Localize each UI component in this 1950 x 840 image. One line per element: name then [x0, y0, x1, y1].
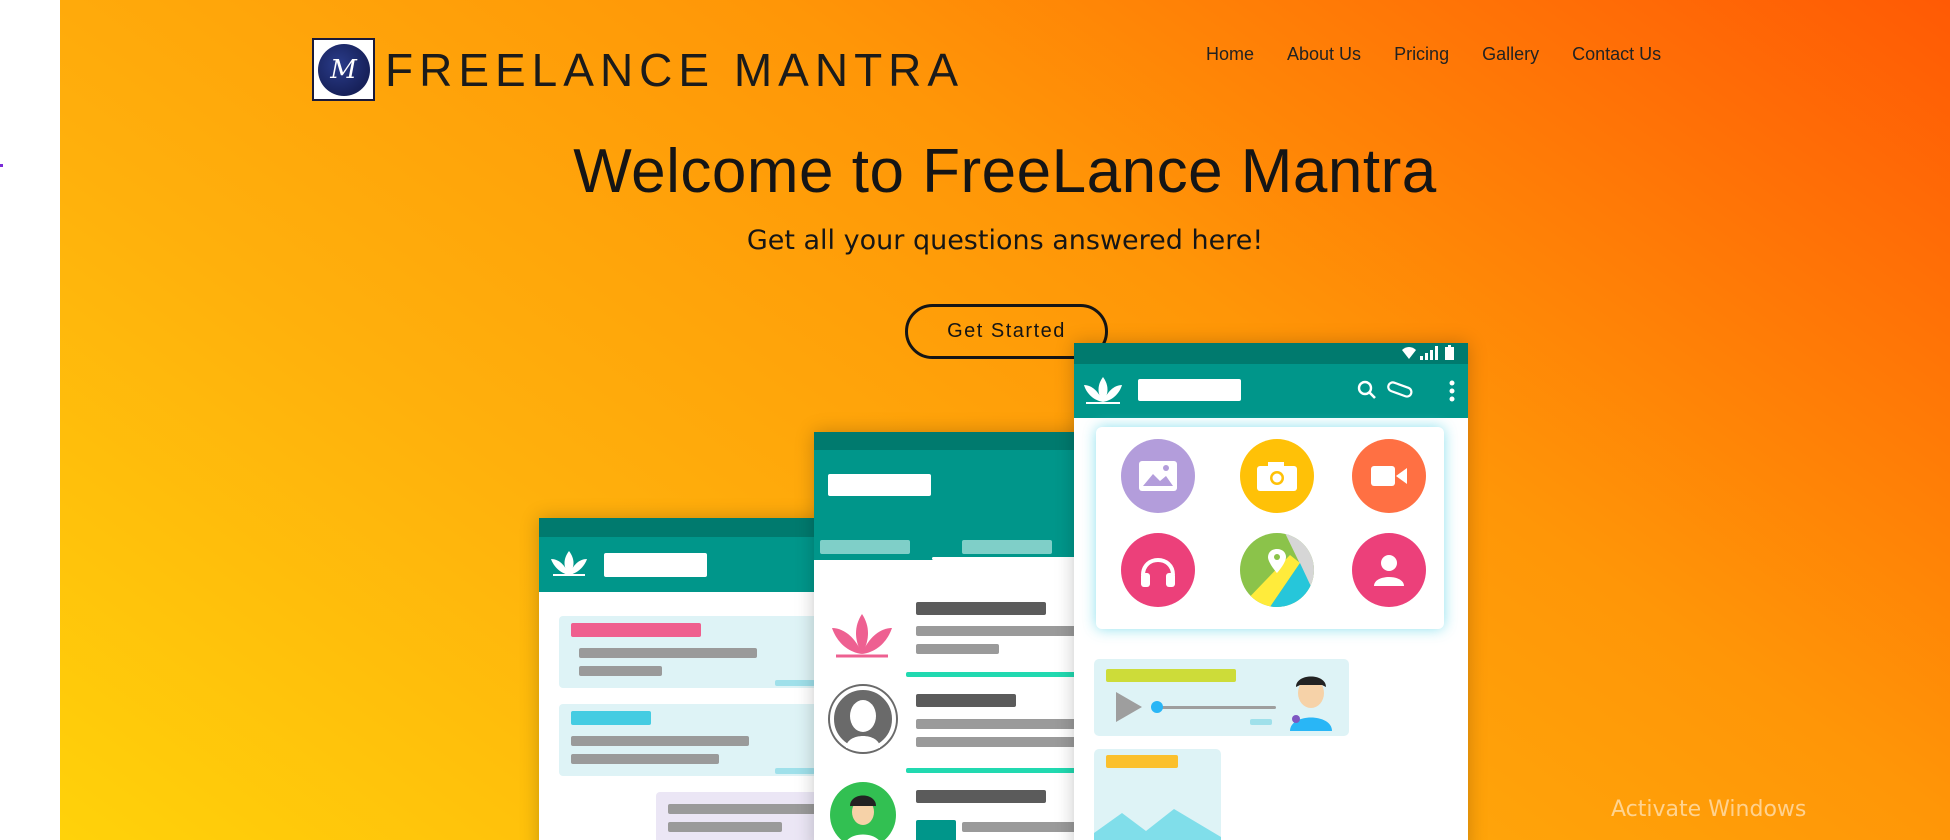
location-icon — [1240, 533, 1314, 607]
location-attach-icon — [1240, 533, 1314, 607]
image-message-bubble — [1094, 749, 1221, 840]
search-icon — [1357, 380, 1376, 399]
brand[interactable]: M FREELANCE MANTRA — [312, 38, 964, 101]
nav-about-us[interactable]: About Us — [1287, 44, 1361, 65]
os-activation-watermark: Activate Windows — [1611, 797, 1807, 822]
voice-message-bubble — [1094, 659, 1349, 736]
audio-attach-icon — [1121, 533, 1195, 607]
contact-attach-icon — [1352, 533, 1426, 607]
video-attach-icon — [1352, 439, 1426, 513]
brand-name[interactable]: FREELANCE MANTRA — [385, 43, 964, 97]
hero-title: Welcome to FreeLance Mantra — [573, 137, 1437, 206]
lotus-icon — [551, 551, 587, 576]
status-bar — [1074, 343, 1468, 364]
logo-monogram: M — [317, 43, 370, 96]
chat-bubble — [559, 704, 819, 776]
chat-bubble — [656, 792, 824, 840]
avatar — [830, 686, 896, 752]
chat-bubble — [559, 616, 819, 688]
attachment-panel — [1096, 427, 1444, 629]
hero-section: M FREELANCE MANTRA Home About Us Pricing… — [60, 0, 1950, 840]
contact-icon — [1374, 555, 1404, 586]
paperclip-icon — [1387, 381, 1413, 398]
camera-icon — [1257, 462, 1297, 491]
app-bar — [814, 450, 1099, 560]
more-vert-icon — [1449, 380, 1455, 402]
wifi-icon — [1402, 347, 1416, 359]
brand-logo[interactable]: M — [312, 38, 375, 101]
status-bar — [814, 432, 1099, 450]
left-blank-strip — [0, 0, 60, 840]
app-bar — [539, 537, 824, 592]
left-edge-mark — [0, 164, 3, 167]
headphones-icon — [1141, 558, 1175, 587]
image-icon — [1139, 461, 1177, 491]
camera-attach-icon — [1240, 439, 1314, 513]
hero-subtitle: Get all your questions answered here! — [746, 225, 1264, 256]
app-bar — [1074, 364, 1468, 418]
main-nav: Home About Us Pricing Gallery Contact Us — [1206, 44, 1694, 65]
phone-left-illustration — [539, 518, 824, 840]
video-icon — [1371, 466, 1407, 486]
nav-contact-us[interactable]: Contact Us — [1572, 44, 1661, 65]
play-icon — [1116, 692, 1142, 722]
phone-right-illustration — [1074, 343, 1468, 840]
phone-middle-illustration — [814, 432, 1099, 840]
lotus-icon — [1084, 377, 1122, 404]
lotus-icon — [832, 614, 892, 658]
gallery-attach-icon — [1121, 439, 1195, 513]
image-thumbnail — [1094, 809, 1221, 840]
nav-home[interactable]: Home — [1206, 44, 1254, 65]
avatar — [830, 782, 896, 840]
status-bar — [539, 518, 824, 537]
nav-gallery[interactable]: Gallery — [1482, 44, 1539, 65]
nav-pricing[interactable]: Pricing — [1394, 44, 1449, 65]
battery-icon — [1445, 345, 1454, 360]
avatar — [1290, 676, 1332, 731]
signal-icon — [1420, 346, 1438, 360]
